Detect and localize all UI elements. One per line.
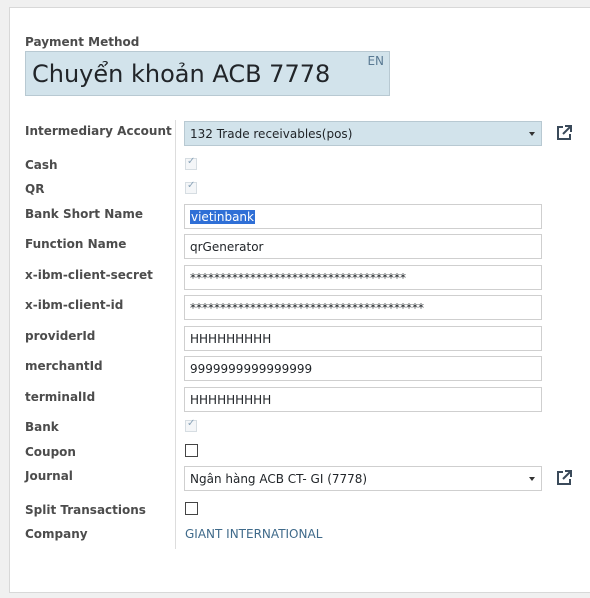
client-secret-value: ************************************: [190, 271, 406, 285]
cash-label: Cash: [25, 158, 58, 172]
merchant-id-input[interactable]: 9999999999999999: [184, 356, 542, 381]
function-name-label: Function Name: [25, 237, 127, 251]
bank-checkbox[interactable]: [185, 418, 197, 432]
caret-down-icon: [529, 132, 535, 136]
qr-checkbox[interactable]: [185, 180, 197, 194]
external-link-icon[interactable]: [555, 124, 573, 142]
terminal-id-input[interactable]: HHHHHHHHH: [184, 387, 542, 412]
function-name-input[interactable]: qrGenerator: [184, 234, 542, 259]
client-secret-label: x-ibm-client-secret: [25, 268, 153, 282]
external-link-icon[interactable]: [555, 469, 573, 487]
intermediary-account-value: 132 Trade receivables(pos): [190, 127, 353, 141]
client-secret-input[interactable]: ************************************: [184, 265, 542, 290]
journal-value: Ngân hàng ACB CT- GI (7778): [190, 472, 368, 486]
journal-label: Journal: [25, 469, 73, 483]
terminal-id-value: HHHHHHHHH: [190, 393, 272, 407]
bank-label: Bank: [25, 420, 59, 434]
split-transactions-checkbox[interactable]: [185, 502, 198, 515]
cash-checkbox[interactable]: [185, 156, 197, 170]
intermediary-account-select[interactable]: 132 Trade receivables(pos): [184, 121, 542, 146]
function-name-value: qrGenerator: [190, 240, 264, 254]
merchant-id-label: merchantId: [25, 359, 103, 373]
qr-label: QR: [25, 182, 45, 196]
company-link[interactable]: GIANT INTERNATIONAL: [185, 527, 322, 541]
client-id-label: x-ibm-client-id: [25, 298, 124, 312]
payment-method-name-field[interactable]: Chuyển khoản ACB 7778 EN: [25, 51, 390, 96]
split-transactions-label: Split Transactions: [25, 503, 146, 517]
bank-short-name-label: Bank Short Name: [25, 207, 143, 221]
payment-method-label: Payment Method: [25, 35, 140, 49]
intermediary-account-label: Intermediary Account: [25, 124, 172, 138]
coupon-label: Coupon: [25, 445, 76, 459]
provider-id-label: providerId: [25, 329, 96, 343]
language-toggle-button[interactable]: EN: [367, 54, 384, 68]
terminal-id-label: terminalId: [25, 390, 96, 404]
provider-id-value: HHHHHHHHH: [190, 332, 272, 346]
provider-id-input[interactable]: HHHHHHHHH: [184, 326, 542, 351]
journal-select[interactable]: Ngân hàng ACB CT- GI (7778): [184, 466, 542, 491]
coupon-checkbox[interactable]: [185, 444, 198, 457]
caret-down-icon: [529, 477, 535, 481]
client-id-input[interactable]: ***************************************: [184, 295, 542, 320]
label-divider: [175, 120, 176, 549]
bank-short-name-value: vietinbank: [190, 210, 255, 224]
bank-short-name-input[interactable]: vietinbank: [184, 204, 542, 229]
payment-method-name-value: Chuyển khoản ACB 7778: [32, 60, 331, 88]
company-label: Company: [25, 527, 88, 541]
merchant-id-value: 9999999999999999: [190, 362, 313, 376]
client-id-value: ***************************************: [190, 301, 424, 315]
